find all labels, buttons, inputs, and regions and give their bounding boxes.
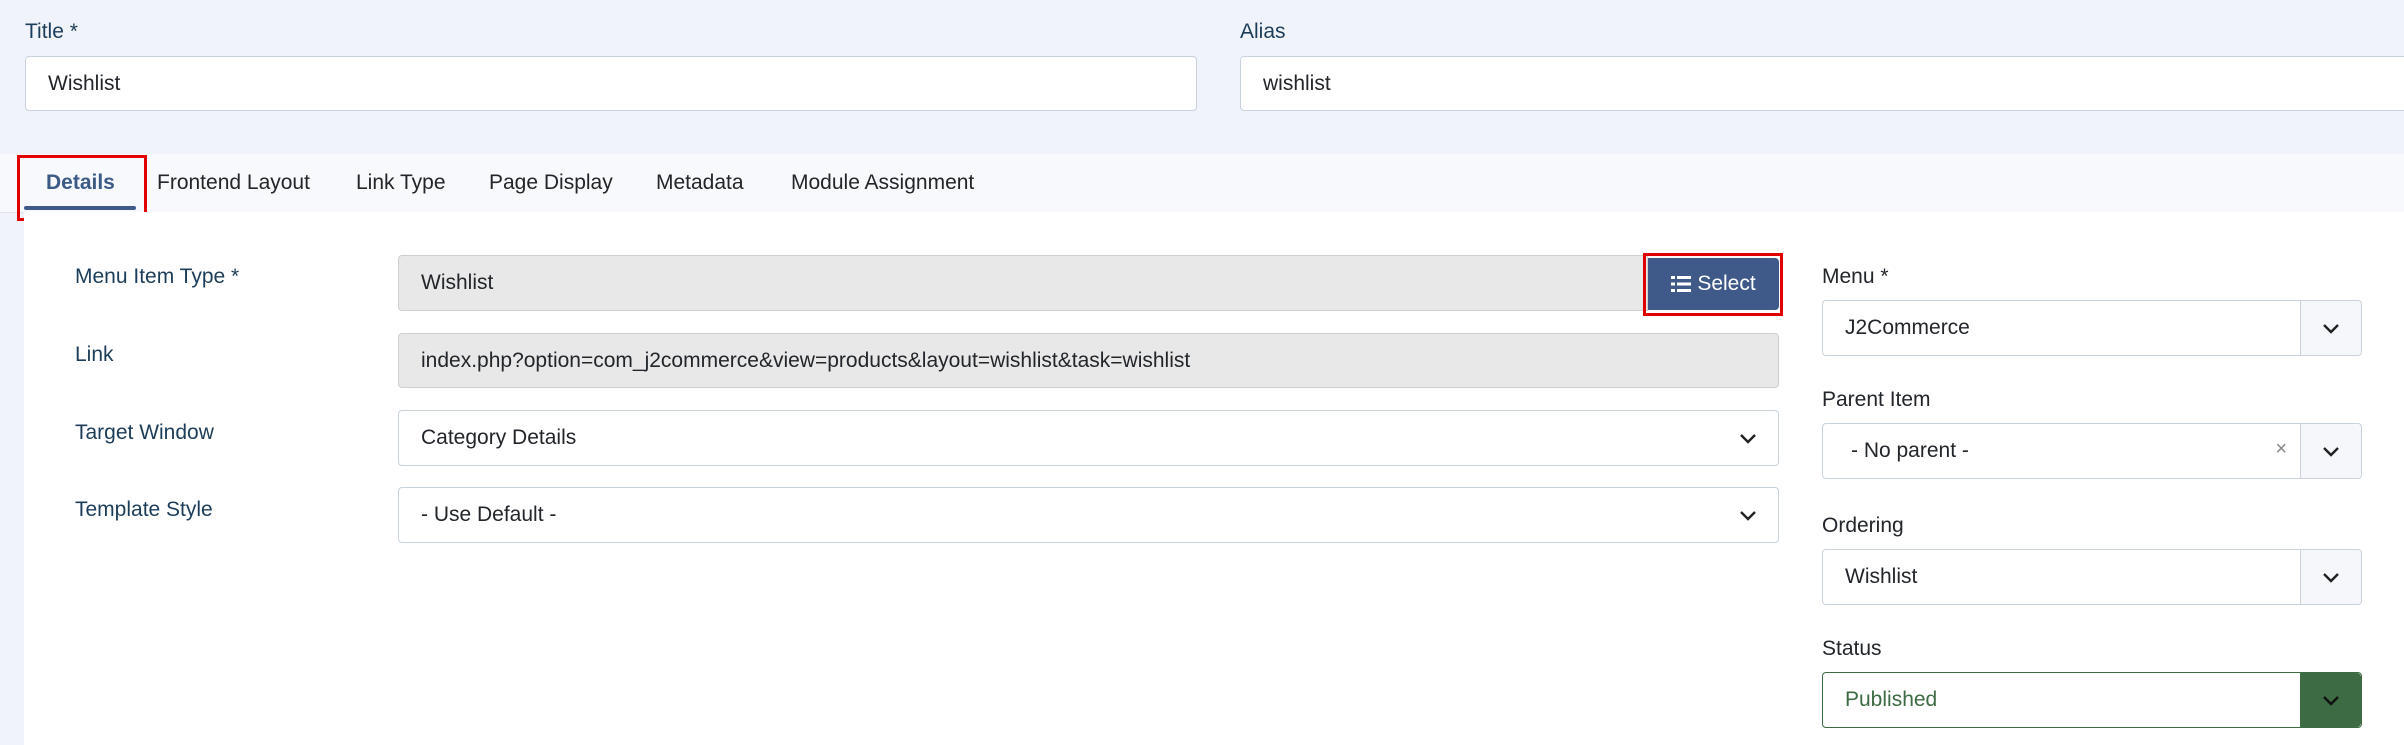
menu-item-type-field: Wishlist [398,255,1648,311]
status-select[interactable]: Published [1822,672,2362,728]
ordering-select[interactable]: Wishlist [1822,549,2362,605]
tab-module-assignment[interactable]: Module Assignment [791,154,974,212]
menu-select[interactable]: J2Commerce [1822,300,2362,356]
chevron-down-icon [1718,411,1778,465]
title-input[interactable]: Wishlist [25,56,1197,111]
tab-page-display[interactable]: Page Display [489,154,613,212]
chevron-down-icon [2300,550,2361,604]
select-button-highlight [1643,253,1783,316]
link-label: Link [75,343,114,366]
tab-frontend-layout[interactable]: Frontend Layout [157,154,310,212]
close-icon[interactable]: × [2275,438,2287,461]
tab-bar: Details Frontend Layout Link Type Page D… [0,154,2404,213]
menu-item-type-label: Menu Item Type * [75,265,240,288]
target-window-label: Target Window [75,421,214,444]
alias-label: Alias [1240,20,1286,43]
chevron-down-icon [1718,488,1778,542]
template-style-value: - Use Default - [421,503,557,526]
menu-label: Menu * [1822,265,1889,288]
template-style-select[interactable]: - Use Default - [398,487,1779,543]
tab-link-type[interactable]: Link Type [356,154,446,212]
target-window-select[interactable]: Category Details [398,410,1779,466]
chevron-down-icon [2300,301,2361,355]
title-label: Title * [25,20,78,43]
chevron-down-icon [2300,424,2361,478]
chevron-down-icon [2300,673,2361,727]
ordering-value: Wishlist [1845,565,1918,588]
tab-metadata[interactable]: Metadata [656,154,744,212]
link-field: index.php?option=com_j2commerce&view=pro… [398,333,1779,388]
status-value: Published [1845,688,1938,711]
template-style-label: Template Style [75,498,213,521]
ordering-label: Ordering [1822,514,1904,537]
target-window-value: Category Details [421,426,577,449]
parent-item-select[interactable]: - No parent - × [1822,423,2362,479]
status-label: Status [1822,637,1882,660]
parent-item-label: Parent Item [1822,388,1931,411]
parent-item-value: - No parent - [1851,439,1969,462]
menu-value: J2Commerce [1845,316,1970,339]
alias-input[interactable]: wishlist [1240,56,2404,111]
